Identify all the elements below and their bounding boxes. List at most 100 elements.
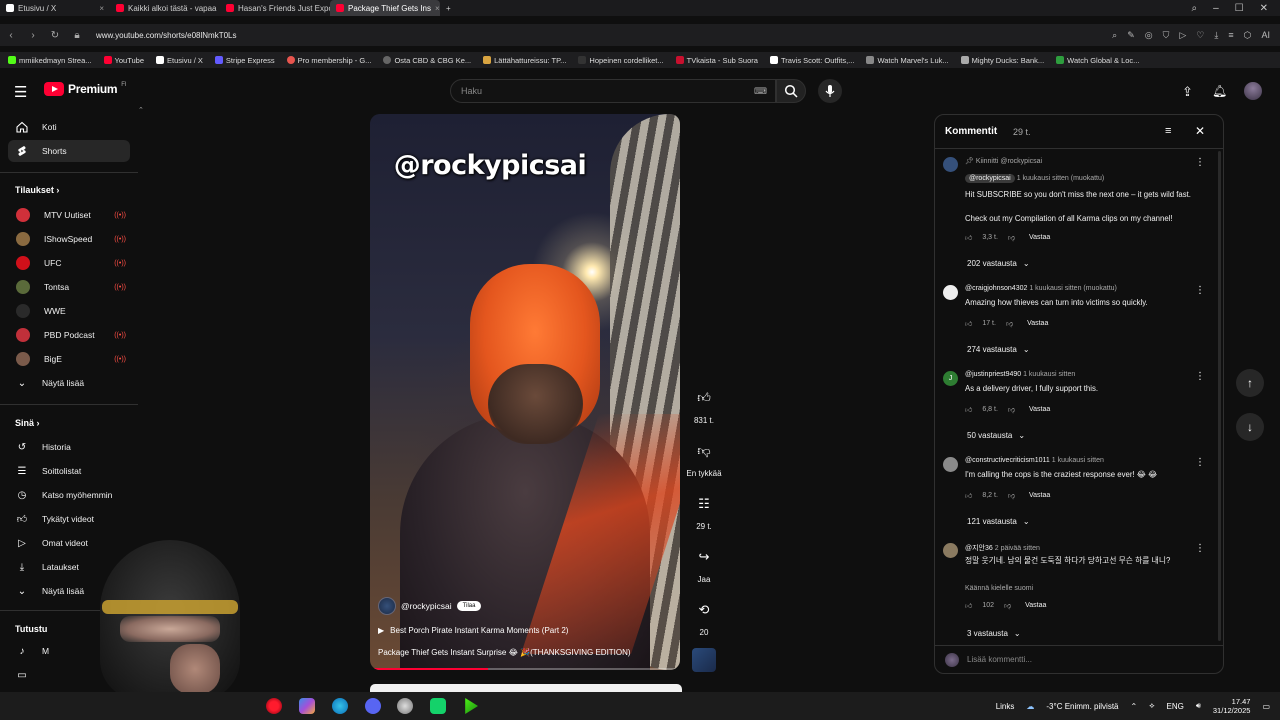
browser-tab-active[interactable]: Package Thief Gets Ins × [330, 0, 440, 16]
comment-avatar[interactable] [943, 457, 958, 472]
lock-icon[interactable]: 🔒︎ [66, 30, 88, 41]
sidebar-sub-item[interactable]: UFC ((•)) [8, 252, 130, 274]
share-icon[interactable]: ↪ [690, 543, 718, 571]
search-button[interactable] [776, 79, 806, 103]
sidebar-item-history[interactable]: ↺ Historia [8, 436, 130, 458]
replies-toggle[interactable]: 274 vastausta ⌄ [967, 345, 1030, 354]
thumbs-up-icon[interactable]: 👍︎ [965, 405, 972, 414]
reply-button[interactable]: Vastaa [1029, 492, 1050, 499]
comment-avatar[interactable]: J [943, 371, 958, 386]
sidebar-show-more[interactable]: ⌄ Näytä lisää [8, 372, 130, 394]
more-options-icon[interactable]: ⋮ [1195, 157, 1205, 168]
replies-toggle[interactable]: 50 vastausta ⌄ [967, 431, 1025, 440]
comment-avatar[interactable] [943, 157, 958, 172]
thumbs-up-icon[interactable]: 👍︎ [690, 384, 718, 412]
hamburger-menu-icon[interactable]: ☰ [14, 83, 27, 101]
thumbs-down-icon[interactable]: 👎︎ [1008, 233, 1015, 242]
comment-author[interactable]: @지안36 [965, 545, 993, 552]
bookmark[interactable]: Stripe Express [214, 56, 275, 65]
add-comment-field[interactable]: Lisää kommentti... [935, 645, 1223, 673]
replies-toggle[interactable]: 121 vastausta ⌄ [967, 517, 1030, 526]
sidebar-item-watch-later[interactable]: ◷ Katso myöhemmin [8, 484, 130, 506]
tray-chevron-icon[interactable]: ⌃ [1131, 702, 1138, 711]
edge-icon[interactable] [332, 698, 348, 714]
browser-tab[interactable]: Kaikki alkoi tästä - vapaa [110, 0, 220, 16]
url-field[interactable]: www.youtube.com/shorts/e08lNmkT0Ls [96, 31, 237, 40]
shield-icon[interactable]: ⛉ [1163, 30, 1170, 41]
bookmark[interactable]: TVkaista - Sub Suora [675, 56, 758, 65]
notifications-bell-icon[interactable]: 🔔︎ [1212, 84, 1227, 98]
sound-thumbnail[interactable] [692, 648, 716, 672]
extension-icon[interactable]: ⬡ [1244, 30, 1252, 41]
discord-icon[interactable] [365, 698, 381, 714]
keyboard-icon[interactable]: ⌨ [754, 86, 767, 97]
sidebar-sub-item[interactable]: MTV Uutiset ((•)) [8, 204, 130, 226]
back-icon[interactable]: ‹ [0, 30, 22, 41]
collapse-icon[interactable]: ⌃ [138, 106, 144, 114]
thumbs-up-icon[interactable]: 👍︎ [965, 601, 972, 610]
reply-button[interactable]: Vastaa [1025, 602, 1046, 609]
reply-button[interactable]: Vastaa [1029, 406, 1050, 413]
thumbs-down-icon[interactable]: 👎︎ [1008, 491, 1015, 500]
search-input[interactable]: Haku [450, 79, 776, 103]
comments-action[interactable]: ☷ 29 t. [686, 490, 722, 531]
subscriptions-heading[interactable]: Tilaukset › [15, 185, 59, 195]
reply-button[interactable]: Vastaa [1029, 234, 1050, 241]
remix-icon[interactable]: ⟲ [690, 596, 718, 624]
bookmark[interactable]: Pro membership - G... [286, 56, 371, 65]
comment-author[interactable]: @craigjohnson4302 [965, 285, 1027, 292]
channel-avatar[interactable] [378, 597, 396, 615]
weather-text[interactable]: -3°C Enimm. pilvistä [1046, 702, 1118, 711]
previous-short-button[interactable]: ↑ [1236, 369, 1264, 397]
sidebar-sub-item[interactable]: PBD Podcast ((•)) [8, 324, 130, 346]
voice-search-button[interactable] [818, 79, 842, 103]
heart-icon[interactable]: ♡ [1196, 30, 1204, 41]
sidebar-item-liked-videos[interactable]: 👍︎ Tykätyt videot [8, 508, 130, 530]
channel-name[interactable]: @rockypicsai [401, 601, 452, 611]
you-heading[interactable]: Sinä › [15, 418, 40, 428]
thumbs-up-icon[interactable]: 👍︎ [965, 491, 972, 500]
upload-icon[interactable]: ⇪ [1182, 84, 1193, 100]
account-avatar[interactable] [1244, 82, 1262, 100]
close-icon[interactable]: × [435, 4, 440, 13]
bookmark[interactable]: Lättähattureissu: TP... [483, 56, 566, 65]
copilot-icon[interactable] [299, 698, 315, 714]
thumbs-up-icon[interactable]: 👍︎ [965, 233, 972, 242]
youtube-premium-logo[interactable]: Premium FI [44, 82, 127, 96]
sidebar-item-playlists[interactable]: ☰ Soittolistat [8, 460, 130, 482]
camera-icon[interactable]: ◎ [1145, 30, 1153, 41]
next-short-button[interactable]: ↓ [1236, 413, 1264, 441]
bookmark[interactable]: Watch Marvel's Luk... [866, 56, 949, 65]
close-window-button[interactable]: ✕ [1260, 3, 1268, 14]
reply-button[interactable]: Vastaa [1027, 320, 1048, 327]
app-icon[interactable] [430, 698, 446, 714]
bookmark[interactable]: Travis Scott: Outfits,... [769, 56, 854, 65]
video-playlist-link[interactable]: ▶ Best Porch Pirate Instant Karma Moment… [378, 626, 568, 635]
sort-icon[interactable]: ≡ [1165, 125, 1171, 137]
opera-gx-icon[interactable] [266, 698, 282, 714]
remix-action[interactable]: ⟲ 20 [686, 596, 722, 637]
speaker-icon[interactable]: 🔊︎ [1196, 701, 1201, 711]
reload-icon[interactable]: ↻ [44, 30, 66, 41]
minimize-button[interactable]: – [1213, 3, 1219, 14]
comment-avatar[interactable] [943, 285, 958, 300]
comment-author[interactable]: @constructivecriticism1011 [965, 457, 1050, 464]
bookmark[interactable]: Osta CBD & CBG Ke... [383, 56, 471, 65]
ai-icon[interactable]: AI [1261, 30, 1270, 41]
browser-tab[interactable]: Etusivu / X × [0, 0, 110, 16]
translate-link[interactable]: Käännä kielelle suomi [965, 583, 1201, 595]
sidebar-sub-item[interactable]: WWE [8, 300, 130, 322]
search-icon[interactable]: ⌕ [1191, 3, 1197, 14]
download-icon[interactable]: ⤓ [1214, 30, 1218, 41]
maximize-button[interactable]: ☐ [1235, 3, 1244, 14]
bookmark[interactable]: Mighty Ducks: Bank... [960, 56, 1044, 65]
more-options-icon[interactable]: ⋮ [1195, 457, 1205, 468]
replies-toggle[interactable]: 3 vastausta ⌄ [967, 629, 1021, 638]
notification-icon[interactable]: ▭ [1262, 702, 1270, 711]
more-options-icon[interactable]: ⋮ [1195, 371, 1205, 382]
sidebar-item-shorts[interactable]: Shorts [8, 140, 130, 162]
browser-tab[interactable]: Hasan's Friends Just Expo [220, 0, 330, 16]
close-icon[interactable]: ✕ [1195, 124, 1205, 138]
thumbs-down-icon[interactable]: 👎︎ [1004, 601, 1011, 610]
more-options-icon[interactable]: ⋮ [1195, 285, 1205, 296]
